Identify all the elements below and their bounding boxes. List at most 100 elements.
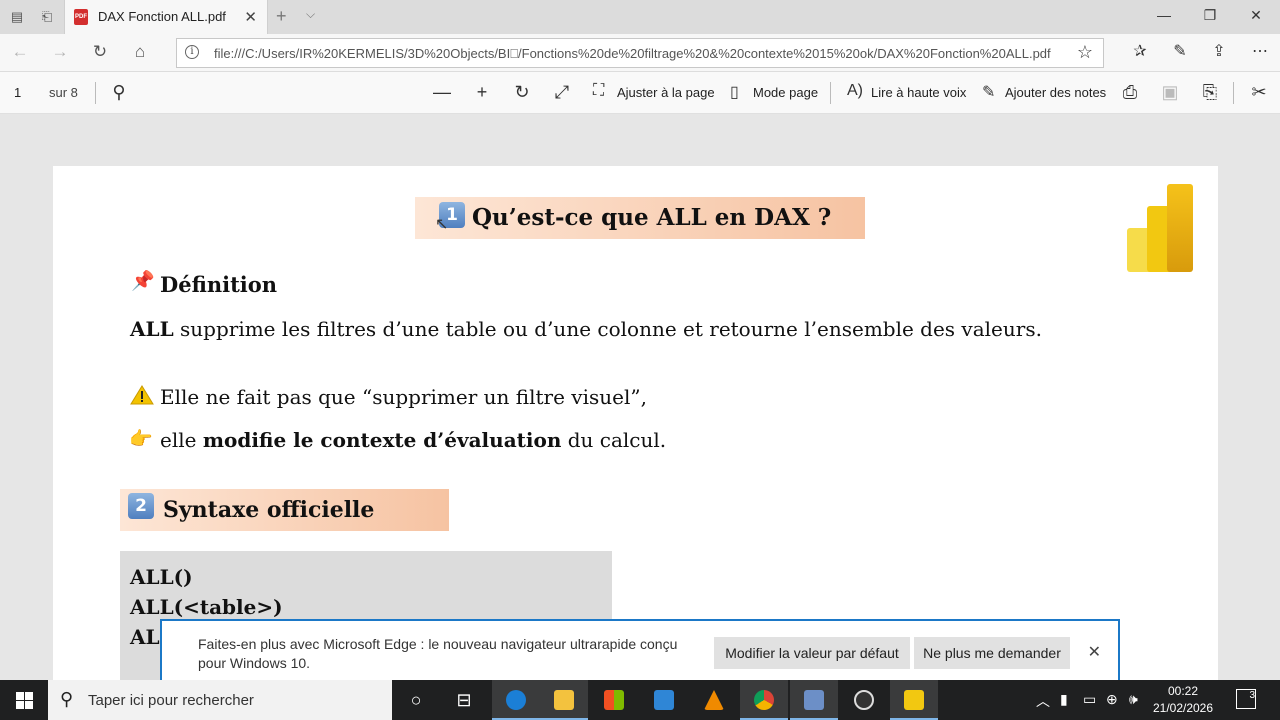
- save-icon[interactable]: ▣: [1158, 82, 1182, 103]
- share-icon[interactable]: ⇪: [1207, 41, 1231, 61]
- close-window-icon[interactable]: ✕: [1245, 7, 1267, 24]
- note-line-2-pre: elle: [160, 428, 203, 452]
- edge-default-browser-banner: Faites-en plus avec Microsoft Edge : le …: [160, 619, 1120, 680]
- code-line: AL: [130, 625, 160, 649]
- definition-title: Définition: [160, 272, 278, 297]
- vlc-icon[interactable]: [690, 680, 738, 720]
- divider: [830, 82, 831, 104]
- zoom-in-icon[interactable]: +: [470, 82, 494, 103]
- heading-1: 1 Qu’est-ce que ALL en DAX ?: [415, 197, 865, 239]
- note-line-1: Elle ne fait pas que “supprimer un filtr…: [160, 385, 647, 409]
- add-notes-button[interactable]: Ajouter des notes: [1005, 85, 1106, 100]
- fullscreen-icon[interactable]: ⤢: [550, 82, 574, 103]
- page-number-field[interactable]: 1: [14, 85, 21, 100]
- tab-active[interactable]: PDF DAX Fonction ALL.pdf ✕: [64, 0, 268, 34]
- close-tab-icon[interactable]: ✕: [244, 8, 257, 26]
- add-notes-icon: ✎: [982, 84, 996, 101]
- pdf-toolbar: 1 sur 8 ⚲ — + ↻ ⤢ ⛶ Ajuster à la page ▯ …: [0, 72, 1280, 114]
- minimize-icon[interactable]: —: [1153, 7, 1175, 23]
- forward-icon[interactable]: →: [48, 42, 72, 62]
- zoom-out-icon[interactable]: —: [430, 82, 454, 103]
- divider: [95, 82, 96, 104]
- code-line: ALL(<table>): [130, 595, 283, 619]
- pdf-file-icon: PDF: [74, 9, 88, 25]
- close-banner-icon[interactable]: ✕: [1088, 642, 1101, 662]
- usb-icon[interactable]: ▮: [1060, 691, 1068, 708]
- note-line-2: elle modifie le contexte d’évaluation du…: [160, 428, 666, 452]
- file-explorer-icon[interactable]: [540, 680, 588, 720]
- divider: [1233, 82, 1234, 104]
- tabs-aside-icon[interactable]: ⎗: [38, 8, 56, 26]
- mouse-cursor-icon: ↖: [435, 216, 449, 233]
- url-text: file:///C:/Users/IR%20KERMELIS/3D%20Obje…: [214, 46, 1051, 61]
- start-button[interactable]: [0, 680, 48, 720]
- document-viewer[interactable]: 1 Qu’est-ce que ALL en DAX ? ↖ 📌 Définit…: [0, 114, 1280, 680]
- page-mode-button[interactable]: Mode page: [753, 85, 818, 100]
- add-favorite-icon[interactable]: ☆: [1077, 42, 1093, 63]
- heading-1-text: Qu’est-ce que ALL en DAX ?: [472, 204, 832, 231]
- task-view-icon[interactable]: ⊟: [440, 680, 488, 720]
- fit-page-button[interactable]: Ajuster à la page: [617, 85, 715, 100]
- back-icon[interactable]: ←: [8, 42, 32, 62]
- page-total: sur 8: [49, 85, 78, 100]
- info-icon[interactable]: i: [185, 45, 199, 59]
- action-center-icon[interactable]: 3: [1236, 689, 1256, 709]
- system-clock[interactable]: 00:22 21/02/2026: [1150, 683, 1216, 717]
- edge-app-icon[interactable]: [492, 680, 540, 720]
- power-bi-logo: [1127, 184, 1195, 272]
- clock-date: 21/02/2026: [1152, 701, 1214, 715]
- pointing-hand-icon: 👉: [129, 429, 153, 450]
- heading-2-text: Syntaxe officielle: [163, 497, 375, 523]
- rotate-icon[interactable]: ↻: [510, 82, 534, 103]
- remote-desktop-icon[interactable]: [790, 680, 838, 720]
- windows-logo-icon: [16, 692, 24, 700]
- clock-time: 00:22: [1167, 684, 1199, 698]
- code-line: ALL(): [130, 565, 193, 589]
- taskbar-search[interactable]: ⚲ Taper ici pour rechercher: [48, 680, 392, 720]
- chrome-icon[interactable]: [740, 680, 788, 720]
- show-hidden-icons-icon[interactable]: ︿: [1036, 691, 1050, 711]
- note-line-2-bold: modifie le contexte d’évaluation: [202, 428, 562, 452]
- address-bar: ← → ↻ ⌂ i file:///C:/Users/IR%20KERMELIS…: [0, 34, 1280, 72]
- pushpin-icon: 📌: [131, 271, 155, 292]
- mail-icon[interactable]: [640, 680, 688, 720]
- number-two-icon: 2: [128, 493, 154, 519]
- restore-icon[interactable]: ❐: [1199, 7, 1221, 24]
- read-aloud-button[interactable]: Lire à haute voix: [871, 85, 966, 100]
- cortana-icon[interactable]: ○: [392, 680, 440, 720]
- url-field[interactable]: i file:///C:/Users/IR%20KERMELIS/3D%20Ob…: [176, 38, 1104, 68]
- tab-bar: ▤ ⎗ PDF DAX Fonction ALL.pdf ✕ + ⌵ — ❐ ✕: [0, 0, 1280, 34]
- tab-actions-icon[interactable]: ▤: [8, 8, 26, 26]
- chevron-down-icon[interactable]: ⌵: [306, 7, 315, 22]
- definition-body: supprime les filtres d’une table ou d’un…: [173, 317, 1042, 341]
- home-icon[interactable]: ⌂: [128, 42, 152, 62]
- pdf-page: 1 Qu’est-ce que ALL en DAX ? ↖ 📌 Définit…: [53, 166, 1218, 680]
- search-icon[interactable]: ⚲: [107, 82, 131, 103]
- more-icon[interactable]: ⋯: [1248, 41, 1272, 61]
- taskbar-search-placeholder: Taper ici pour rechercher: [88, 692, 254, 709]
- print-icon[interactable]: ⎙: [1118, 82, 1142, 103]
- favorites-icon[interactable]: ✰: [1128, 41, 1152, 61]
- definition-text: ALL supprime les filtres d’une table ou …: [130, 317, 1042, 341]
- new-tab-icon[interactable]: +: [276, 6, 287, 27]
- pen-icon[interactable]: ✎: [1168, 41, 1192, 61]
- fit-page-icon: ⛶: [593, 82, 605, 99]
- read-aloud-icon: A): [847, 82, 863, 99]
- power-bi-app-icon[interactable]: [890, 680, 938, 720]
- page-mode-icon: ▯: [730, 84, 739, 101]
- save-as-icon[interactable]: ⎘: [1198, 82, 1222, 103]
- obs-icon[interactable]: [840, 680, 888, 720]
- set-default-button[interactable]: Modifier la valeur par défaut: [714, 637, 910, 669]
- battery-icon[interactable]: ▭: [1083, 691, 1096, 708]
- windows-taskbar: ⚲ Taper ici pour rechercher ○ ⊟ ︿ ▮ ▭ ⊕ …: [0, 680, 1280, 720]
- definition-keyword: ALL: [130, 317, 174, 341]
- network-icon[interactable]: ⊕: [1106, 691, 1118, 708]
- banner-message: Faites-en plus avec Microsoft Edge : le …: [198, 636, 678, 671]
- store-icon[interactable]: [590, 680, 638, 720]
- refresh-icon[interactable]: ↻: [88, 42, 112, 62]
- heading-2: 2 Syntaxe officielle: [120, 489, 449, 531]
- dont-ask-again-button[interactable]: Ne plus me demander: [914, 637, 1070, 669]
- pin-toolbar-icon[interactable]: ✂: [1247, 82, 1271, 103]
- tab-title: DAX Fonction ALL.pdf: [98, 9, 226, 24]
- volume-icon[interactable]: 🕪: [1129, 691, 1138, 708]
